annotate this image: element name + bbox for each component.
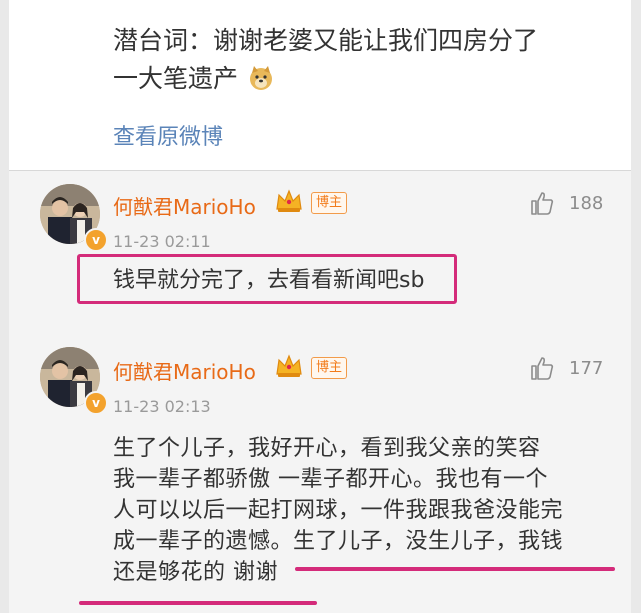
comment-time: 11-23 02:11 <box>113 232 211 251</box>
left-frame <box>0 0 9 613</box>
comment-text-line: 还是够花的 谢谢 <box>113 560 278 585</box>
comment-text: 生了个儿子，我好开心，看到我父亲的笑容 我一辈子都骄傲 一辈子都开心。我也有一个… <box>113 433 603 588</box>
like-count: 188 <box>569 193 604 214</box>
thumbs-up-icon[interactable] <box>529 190 555 216</box>
quoted-post: 潜台词：谢谢老婆又能让我们四房分了 一大笔遗产 查看原微博 <box>9 0 631 170</box>
comment-time: 11-23 02:13 <box>113 397 211 416</box>
comment-author[interactable]: 何猷君MarioHo <box>113 356 256 385</box>
comment-text-line: 人可以以后一起打网球，一件我跟我爸没能完 <box>113 498 564 523</box>
thumbs-up-icon[interactable] <box>529 355 555 381</box>
crown-icon <box>276 189 302 212</box>
verified-icon: v <box>84 228 108 252</box>
comment-text-line: 我一辈子都骄傲 一辈子都开心。我也有一个 <box>113 467 548 492</box>
comment-item: v 何猷君MarioHo 博主 177 11-23 02:13 生了个儿子，我好… <box>9 331 631 613</box>
comment-item: v 何猷君MarioHo 博主 188 11-23 02:11 钱早就分完了，去… <box>9 171 631 341</box>
host-badge: 博主 <box>311 357 348 379</box>
host-badge: 博主 <box>311 192 348 214</box>
post-text: 潜台词：谢谢老婆又能让我们四房分了 一大笔遗产 <box>113 22 613 98</box>
comment-text-line: 生了个儿子，我好开心，看到我父亲的笑容 <box>113 436 541 461</box>
highlight-box-annotation <box>77 254 457 304</box>
like-count: 177 <box>569 358 604 379</box>
comment-text-line: 成一辈子的遗憾。生了儿子，没生儿子，我钱 <box>113 529 564 554</box>
comment-author[interactable]: 何猷君MarioHo <box>113 191 256 220</box>
underline-annotation <box>295 567 615 571</box>
post-text-line2: 一大笔遗产 <box>113 64 239 93</box>
view-original-link[interactable]: 查看原微博 <box>113 119 223 151</box>
post-text-line1: 潜台词：谢谢老婆又能让我们四房分了 <box>113 26 539 55</box>
comment-list: v 何猷君MarioHo 博主 188 11-23 02:11 钱早就分完了，去… <box>9 171 631 613</box>
verified-icon: v <box>84 391 108 415</box>
crown-icon <box>276 354 302 377</box>
underline-annotation <box>79 601 317 605</box>
right-frame <box>631 0 641 613</box>
doge-icon <box>248 64 274 90</box>
